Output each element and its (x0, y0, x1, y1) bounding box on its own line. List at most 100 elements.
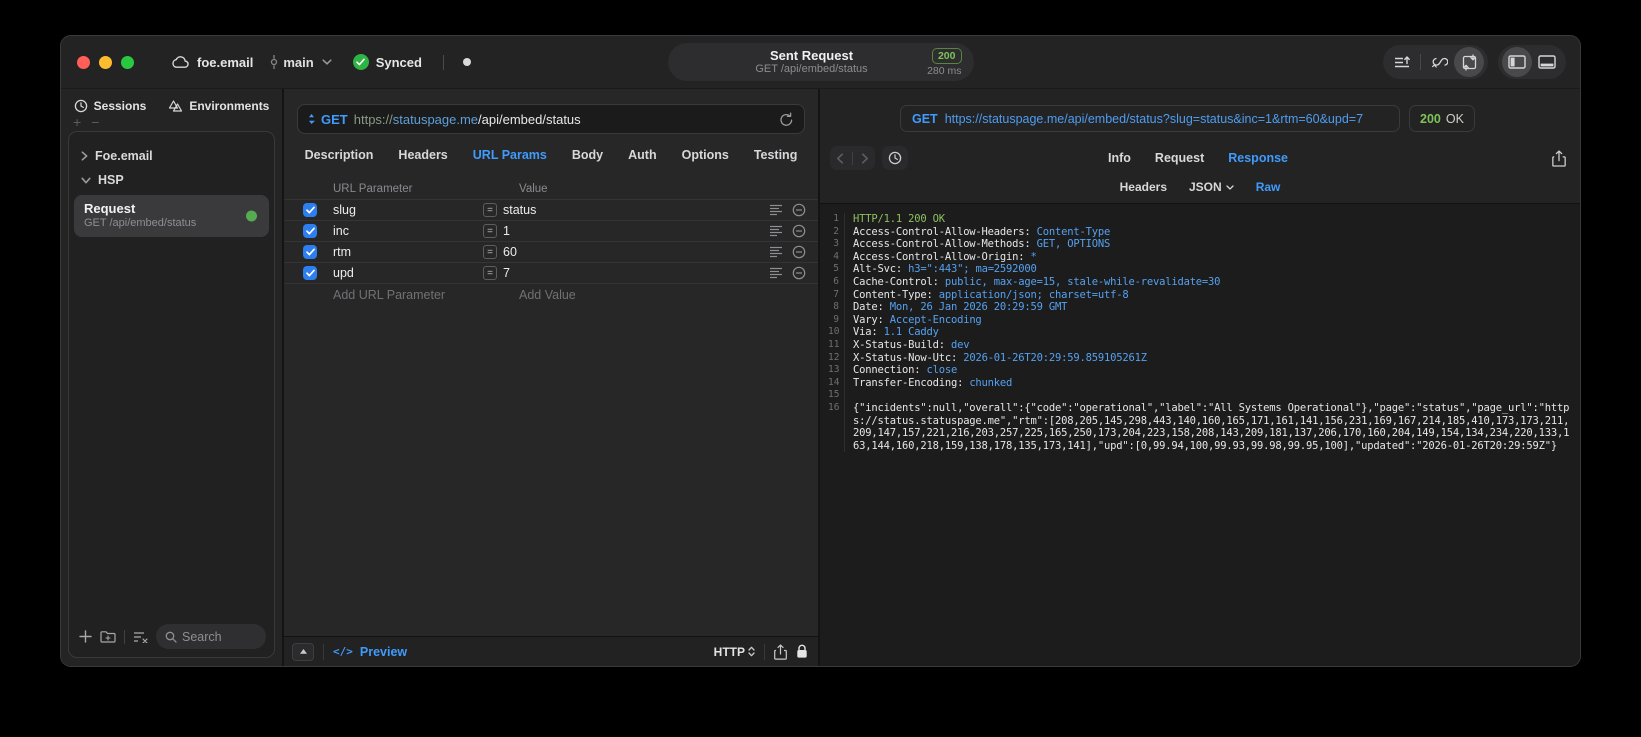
branch-name: main (283, 54, 314, 70)
tab-environments-label: Environments (189, 99, 270, 113)
response-line: 1 HTTP/1.1 200 OK (828, 213, 1570, 226)
tree-group-foe-email[interactable]: Foe.email (69, 144, 274, 168)
param-options-icon[interactable] (769, 225, 783, 237)
tab-url-params[interactable]: URL Params (473, 148, 547, 162)
remove-param-button[interactable] (792, 224, 806, 238)
titlebar-separator (442, 54, 444, 70)
dynamic-values-button[interactable] (1424, 47, 1454, 77)
resend-request-button[interactable] (779, 112, 794, 127)
sidebar-bottom-separator (124, 629, 125, 644)
toggle-sidebar-button[interactable] (1502, 47, 1532, 77)
param-value-field[interactable]: 1 (503, 224, 510, 238)
sent-request-summary[interactable]: Sent Request GET /api/embed/status 200 2… (667, 43, 974, 81)
footer-separator (764, 643, 765, 660)
tab-testing[interactable]: Testing (754, 148, 798, 162)
tab-environments[interactable]: Environments (168, 99, 269, 113)
add-session-button[interactable]: + (73, 115, 81, 129)
response-line-text: Access-Control-Allow-Headers: Content-Ty… (853, 225, 1111, 238)
close-window-button[interactable] (77, 55, 90, 69)
param-options-icon[interactable] (769, 246, 783, 258)
protocol-label: HTTP (713, 644, 745, 659)
tab-body[interactable]: Body (572, 148, 603, 162)
response-line: 11 X-Status-Build: dev (828, 338, 1570, 352)
remove-param-button[interactable] (792, 245, 806, 259)
param-options-icon[interactable] (769, 204, 783, 216)
line-number: 11 (828, 338, 845, 352)
search-input[interactable] (182, 629, 257, 644)
subtab-headers[interactable]: Headers (1120, 180, 1167, 194)
toggle-bottom-panel-button[interactable] (1532, 47, 1562, 77)
method-label[interactable]: GET (321, 112, 348, 127)
expand-panel-button[interactable] (292, 642, 314, 661)
preview-label: Preview (359, 644, 408, 659)
param-name-field[interactable]: slug (317, 203, 483, 217)
param-row: upd = 7 (284, 263, 818, 284)
param-value-field[interactable]: 60 (503, 245, 517, 259)
url-field[interactable]: https://statuspage.me/api/embed/status (354, 112, 581, 127)
response-body[interactable]: 1 HTTP/1.1 200 OK 2 Access-Control-Allow-He… (820, 204, 1580, 666)
add-param-row: Add URL Parameter Add Value (284, 284, 818, 306)
line-number: 13 (828, 364, 845, 377)
add-value-field[interactable]: Add Value (499, 288, 576, 302)
preview-button[interactable]: </> Preview (333, 645, 407, 659)
project-name: foe.email (197, 54, 254, 70)
subtab-json[interactable]: JSON (1189, 180, 1234, 194)
branch-selector[interactable]: main (270, 54, 332, 70)
sync-status[interactable]: Synced (352, 54, 422, 70)
add-url-parameter-field[interactable]: Add URL Parameter (284, 288, 499, 302)
remove-session-button[interactable]: − (91, 115, 99, 129)
tab-info[interactable]: Info (1108, 151, 1131, 165)
tab-description[interactable]: Description (305, 148, 374, 162)
share-button[interactable] (774, 643, 787, 660)
response-line-text: Vary: Accept-Encoding (853, 313, 982, 326)
param-name-field[interactable]: inc (317, 224, 483, 238)
param-enabled-checkbox[interactable] (303, 245, 317, 259)
editor-footer: </> Preview HTTP (284, 636, 818, 666)
param-value-field[interactable]: status (503, 203, 536, 217)
new-folder-button[interactable] (100, 630, 116, 643)
protocol-selector[interactable]: HTTP (714, 645, 755, 659)
param-enabled-checkbox[interactable] (303, 266, 317, 280)
subtab-raw[interactable]: Raw (1256, 180, 1281, 194)
line-number: 10 (828, 326, 845, 339)
param-enabled-checkbox[interactable] (303, 224, 317, 238)
tab-sessions[interactable]: Sessions (74, 99, 146, 113)
response-line: 5 Alt-Svc: h3=":443"; ma=2592000 (828, 263, 1570, 276)
toolbar-group-request (1383, 45, 1488, 79)
sync-label: Synced (375, 54, 422, 70)
sent-request-url[interactable]: GET https://statuspage.me/api/embed/stat… (900, 105, 1400, 132)
tab-options[interactable]: Options (682, 148, 729, 162)
line-number: 12 (828, 351, 845, 365)
remove-param-button[interactable] (792, 266, 806, 280)
param-enabled-checkbox[interactable] (303, 203, 317, 217)
method-stepper-icon[interactable] (308, 113, 315, 125)
new-request-button[interactable] (79, 630, 92, 643)
param-name-field[interactable]: upd (317, 266, 483, 280)
tab-request[interactable]: Request (1155, 151, 1204, 165)
zoom-window-button[interactable] (121, 55, 134, 69)
response-line-text: {"incidents":null,"overall":{"code":"ope… (853, 401, 1570, 452)
status-code-badge: 200 (931, 47, 962, 64)
search-box[interactable] (156, 624, 266, 649)
response-line: 10 Via: 1.1 Caddy (828, 326, 1570, 339)
tab-headers[interactable]: Headers (398, 148, 447, 162)
request-list-item[interactable]: Request GET /api/embed/status (74, 195, 269, 237)
minimize-window-button[interactable] (99, 55, 112, 69)
param-value-field[interactable]: 7 (503, 266, 510, 280)
chevron-down-icon (322, 59, 332, 65)
equals-operator-icon: = (483, 203, 497, 217)
tab-auth[interactable]: Auth (628, 148, 656, 162)
param-options-icon[interactable] (769, 267, 783, 279)
remove-param-button[interactable] (792, 203, 806, 217)
request-url-bar[interactable]: GET https://statuspage.me/api/embed/stat… (297, 104, 805, 134)
request-queue-button[interactable] (1387, 47, 1417, 77)
param-name-field[interactable]: rtm (317, 245, 483, 259)
project-menu[interactable]: foe.email (171, 55, 253, 70)
tree-group-hsp[interactable]: HSP (69, 168, 274, 192)
line-number: 2 (828, 225, 845, 239)
tab-response[interactable]: Response (1228, 151, 1288, 165)
import-export-button[interactable] (1454, 47, 1484, 77)
list-arrow-up-icon (1394, 55, 1411, 70)
filter-list-button[interactable] (133, 631, 148, 643)
synced-check-icon (352, 54, 369, 70)
